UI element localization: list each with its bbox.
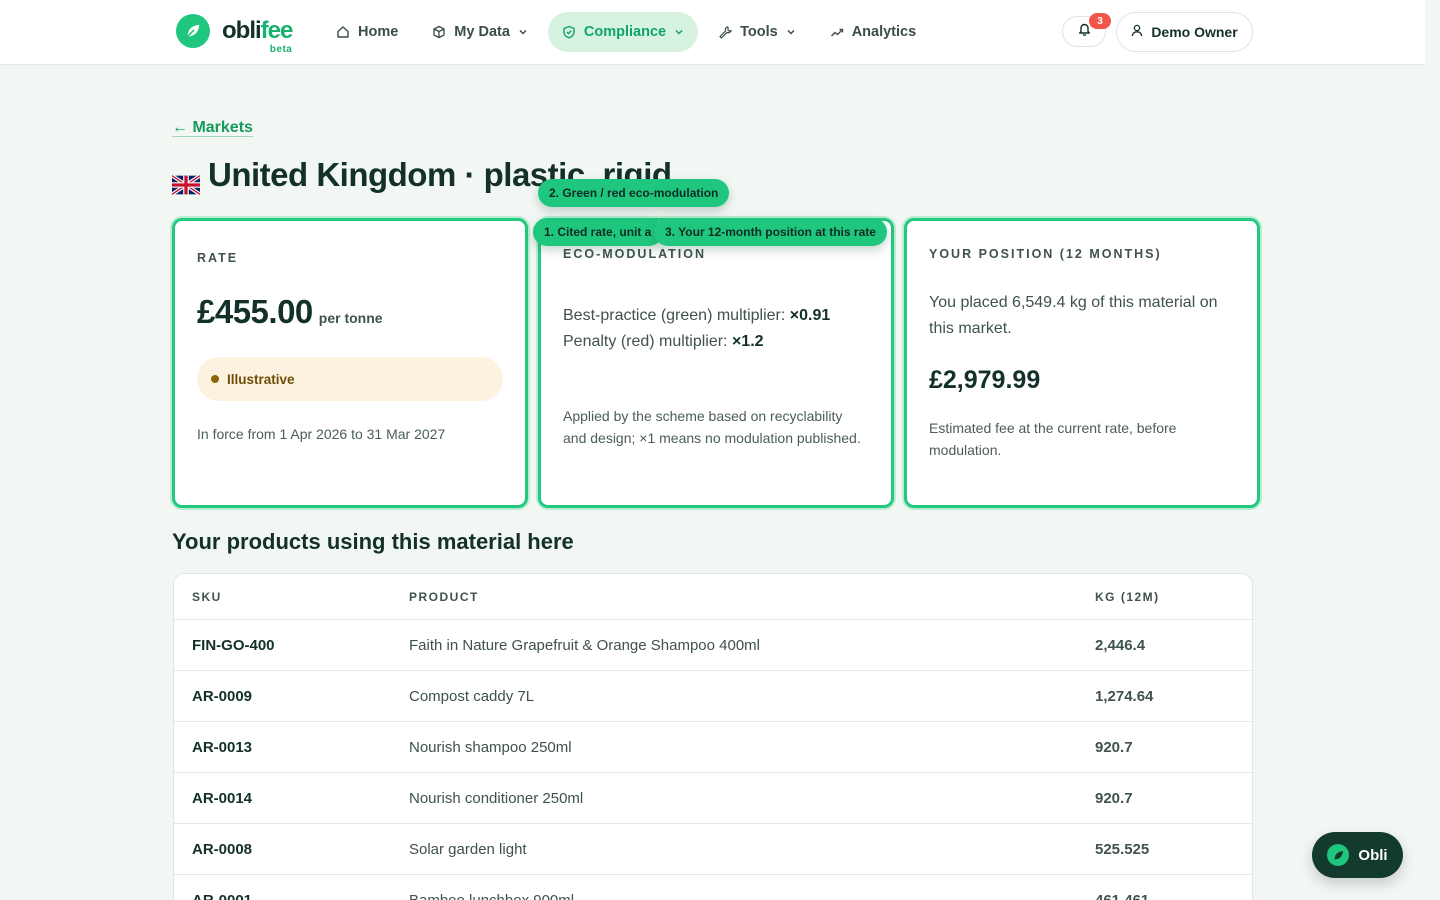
- nav-compliance-label: Compliance: [583, 24, 667, 40]
- column-header-kg[interactable]: KG (12M): [1095, 590, 1160, 604]
- nav-tools-label: Tools: [740, 24, 778, 40]
- eco-note: Applied by the scheme based on recyclabi…: [563, 408, 861, 446]
- eco-multipliers: Best-practice (green) multiplier: ×0.91 …: [563, 303, 869, 355]
- tour-step-2-label: 2. Green / red eco-modulation: [549, 186, 719, 200]
- nav-compliance[interactable]: Compliance: [547, 12, 699, 52]
- column-header-product[interactable]: PRODUCT: [409, 590, 479, 604]
- row-sku: AR-0013: [192, 739, 253, 756]
- notifications-button[interactable]: 3: [1062, 13, 1111, 47]
- status-badge-label: Illustrative: [227, 371, 295, 387]
- position-note: Estimated fee at the current rate, befor…: [929, 420, 1177, 458]
- row-sku: AR-0009: [192, 688, 253, 705]
- user-menu-button[interactable]: Demo Owner: [1116, 12, 1253, 52]
- row-kg: 461.461: [1095, 892, 1149, 900]
- eco-card-label: Eco-modulation: [563, 247, 707, 261]
- row-sku: AR-0001: [192, 892, 252, 900]
- rate-value: £455.00: [197, 293, 313, 330]
- beta-tag: beta: [269, 44, 293, 55]
- position-text: You placed 6,549.4 kg of this material o…: [929, 294, 1218, 337]
- cube-icon: [432, 25, 446, 39]
- tour-step-3-label: 3. Your 12-month position at this rate: [665, 225, 876, 239]
- top-navigation-bar: oblifee beta Home My Data Compliance Too…: [0, 0, 1425, 65]
- status-dot-icon: [211, 375, 219, 383]
- notification-count-badge: 3: [1089, 13, 1111, 29]
- brand-logo[interactable]: oblifee beta: [176, 14, 294, 56]
- red-multiplier-value: ×1.2: [731, 333, 764, 350]
- estimated-fee-value: £2,979.99: [929, 366, 1041, 394]
- row-sku: AR-0014: [192, 790, 253, 807]
- nav-analytics[interactable]: Analytics: [816, 12, 930, 52]
- row-sku: AR-0008: [192, 841, 253, 858]
- row-product: Faith in Nature Grapefruit & Orange Sham…: [409, 637, 761, 654]
- products-section-title: Your products using this material here: [172, 529, 574, 554]
- nav-home[interactable]: Home: [322, 12, 412, 52]
- red-multiplier-label: Penalty (red) multiplier:: [563, 333, 732, 350]
- brand-name-part1: obli: [222, 17, 262, 44]
- rate-card-label: Rate: [197, 251, 239, 265]
- wrench-icon: [718, 25, 732, 39]
- table-row[interactable]: AR-0001 Bamboo lunchbox 900ml 461.461: [174, 875, 1252, 900]
- nav-home-label: Home: [358, 24, 399, 40]
- chevron-down-icon: [786, 27, 796, 37]
- tour-step-1-label: 1. Cited rate, unit a: [544, 225, 652, 239]
- rate-in-force-text: In force from 1 Apr 2026 to 31 Mar 2027: [197, 426, 446, 442]
- main-nav: Home My Data Compliance Tools Analytics: [322, 12, 930, 52]
- row-kg: 1,274.64: [1095, 688, 1154, 705]
- red-multiplier-row: Penalty (red) multiplier: ×1.2: [563, 329, 869, 355]
- tour-step-2-tooltip[interactable]: 2. Green / red eco-modulation: [538, 179, 730, 207]
- table-row[interactable]: AR-0009 Compost caddy 7L 1,274.64: [174, 671, 1252, 722]
- row-product: Solar garden light: [409, 841, 527, 858]
- obli-chat-button[interactable]: Obli: [1312, 832, 1403, 878]
- bell-icon: [1078, 22, 1091, 41]
- brand-name-part2: fee: [260, 17, 294, 44]
- tour-step-3-tooltip[interactable]: 3. Your 12-month position at this rate: [654, 218, 887, 246]
- table-row[interactable]: AR-0014 Nourish conditioner 250ml 920.7: [174, 773, 1252, 824]
- leaf-icon: [1327, 844, 1350, 866]
- position-card-label: Your position (12 months): [929, 247, 1162, 261]
- summary-cards: Rate £455.00 per tonne Illustrative In f…: [172, 218, 1260, 508]
- row-product: Nourish conditioner 250ml: [409, 790, 584, 807]
- table-header: SKU PRODUCT KG (12M): [174, 574, 1252, 620]
- status-badge: Illustrative: [197, 357, 503, 401]
- row-product: Nourish shampoo 250ml: [409, 739, 572, 756]
- shield-icon: [562, 25, 576, 39]
- row-sku: FIN-GO-400: [192, 637, 275, 654]
- leaf-logo-icon: [176, 14, 210, 48]
- rate-unit: per tonne: [318, 310, 383, 326]
- row-product: Compost caddy 7L: [409, 688, 535, 705]
- column-header-sku[interactable]: SKU: [192, 590, 222, 604]
- user-name: Demo Owner: [1151, 24, 1238, 40]
- nav-analytics-label: Analytics: [851, 24, 917, 40]
- table-row[interactable]: FIN-GO-400 Faith in Nature Grapefruit & …: [174, 620, 1252, 671]
- row-kg: 920.7: [1095, 790, 1133, 807]
- row-kg: 920.7: [1095, 739, 1133, 756]
- tour-step-1-tooltip[interactable]: 1. Cited rate, unit a: [533, 218, 663, 246]
- green-multiplier-row: Best-practice (green) multiplier: ×0.91: [563, 303, 869, 329]
- table-row[interactable]: AR-0013 Nourish shampoo 250ml 920.7: [174, 722, 1252, 773]
- chevron-down-icon: [674, 27, 684, 37]
- products-table: SKU PRODUCT KG (12M) FIN-GO-400 Faith in…: [173, 573, 1253, 900]
- brand-wordmark: oblifee beta: [222, 17, 294, 56]
- row-product: Bamboo lunchbox 900ml: [409, 892, 574, 900]
- back-to-markets-link[interactable]: ← Markets: [172, 119, 253, 137]
- uk-flag-icon: [170, 165, 202, 196]
- nav-tools[interactable]: Tools: [704, 12, 810, 52]
- chat-button-label: Obli: [1358, 846, 1388, 864]
- eco-modulation-card: Eco-modulation Best-practice (green) mul…: [538, 218, 894, 508]
- row-kg: 525.525: [1095, 841, 1150, 858]
- trend-icon: [830, 25, 844, 39]
- green-multiplier-value: ×0.91: [789, 307, 831, 324]
- nav-my-data[interactable]: My Data: [418, 12, 542, 52]
- table-row[interactable]: AR-0008 Solar garden light 525.525: [174, 824, 1252, 875]
- row-kg: 2,446.4: [1095, 637, 1146, 654]
- chevron-down-icon: [518, 27, 528, 37]
- nav-my-data-label: My Data: [454, 24, 510, 40]
- position-card: Your position (12 months) You placed 6,5…: [904, 218, 1260, 508]
- user-icon: [1131, 24, 1143, 40]
- green-multiplier-label: Best-practice (green) multiplier:: [563, 307, 790, 324]
- rate-card: Rate £455.00 per tonne Illustrative In f…: [172, 218, 528, 508]
- home-icon: [336, 25, 350, 39]
